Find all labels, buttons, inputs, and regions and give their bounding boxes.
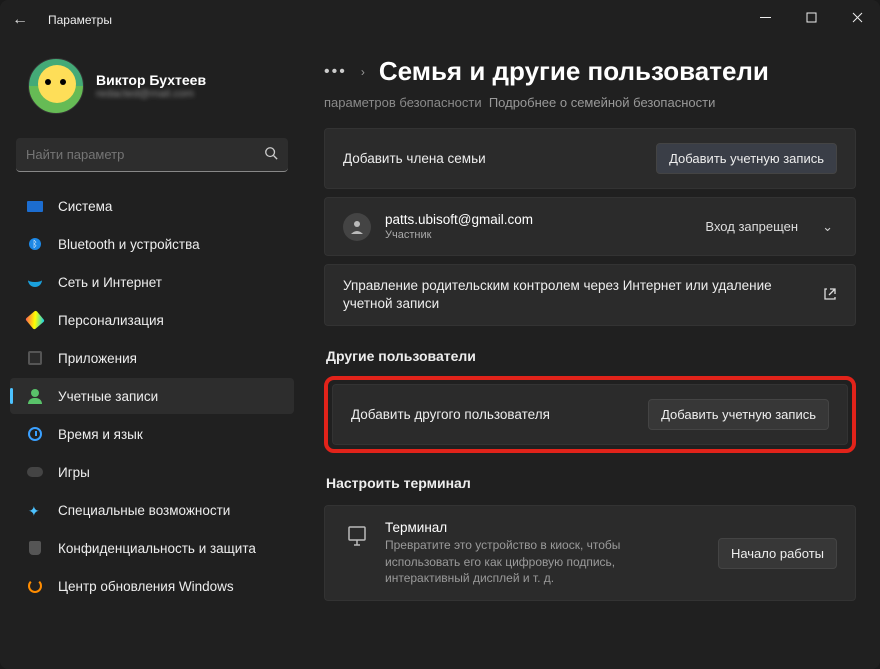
wifi-icon (26, 273, 44, 291)
avatar (28, 58, 84, 114)
person-icon (26, 387, 44, 405)
search-input[interactable] (26, 147, 264, 162)
nav-label: Приложения (58, 351, 137, 366)
back-button[interactable]: ← (0, 11, 40, 29)
maximize-button[interactable] (788, 0, 834, 34)
nav-label: Учетные записи (58, 389, 158, 404)
brush-icon (26, 311, 44, 329)
apps-icon (26, 349, 44, 367)
nav-games[interactable]: Игры (10, 454, 294, 490)
nav-label: Центр обновления Windows (58, 579, 234, 594)
nav-update[interactable]: Центр обновления Windows (10, 568, 294, 604)
nav-label: Bluetooth и устройства (58, 237, 200, 252)
nav-apps[interactable]: Приложения (10, 340, 294, 376)
window-title: Параметры (48, 13, 112, 27)
add-other-account-button[interactable]: Добавить учетную запись (648, 399, 829, 430)
nav-system[interactable]: Система (10, 188, 294, 224)
system-icon (26, 197, 44, 215)
nav-label: Время и язык (58, 427, 143, 442)
kiosk-card: Терминал Превратите это устройство в кио… (324, 505, 856, 601)
bluetooth-icon: ᛒ (26, 235, 44, 253)
nav-time[interactable]: Время и язык (10, 416, 294, 452)
nav-accessibility[interactable]: Специальные возможности (10, 492, 294, 528)
breadcrumb-overflow[interactable]: ••• (324, 63, 347, 81)
kiosk-icon (343, 522, 371, 550)
page-heading: Семья и другие пользователи (379, 56, 769, 87)
truncated-intro: параметров безопасности Подробнее о семе… (324, 95, 856, 110)
add-family-card: Добавить члена семьи Добавить учетную за… (324, 128, 856, 189)
nav-label: Игры (58, 465, 90, 480)
other-users-heading: Другие пользователи (324, 348, 856, 364)
highlight-annotation: Добавить другого пользователя Добавить у… (324, 376, 856, 453)
member-email: patts.ubisoft@gmail.com (385, 212, 691, 227)
nav-label: Конфиденциальность и защита (58, 541, 256, 556)
nav-label: Система (58, 199, 112, 214)
chevron-right-icon: › (361, 65, 365, 79)
manage-parental-label: Управление родительским контролем через … (343, 277, 809, 313)
search-box[interactable] (16, 138, 288, 172)
user-icon (343, 213, 371, 241)
member-status: Вход запрещен (705, 219, 798, 234)
kiosk-start-button[interactable]: Начало работы (718, 538, 837, 569)
add-other-label: Добавить другого пользователя (351, 407, 634, 422)
clock-icon (26, 425, 44, 443)
manage-parental-card[interactable]: Управление родительским контролем через … (324, 264, 856, 326)
gamepad-icon (26, 463, 44, 481)
search-icon (264, 146, 278, 163)
nav-label: Специальные возможности (58, 503, 230, 518)
nav-privacy[interactable]: Конфиденциальность и защита (10, 530, 294, 566)
profile-name: Виктор Бухтеев (96, 72, 206, 88)
nav-label: Персонализация (58, 313, 164, 328)
nav-bluetooth[interactable]: ᛒ Bluetooth и устройства (10, 226, 294, 262)
kiosk-title: Терминал (385, 520, 704, 535)
add-family-account-button[interactable]: Добавить учетную запись (656, 143, 837, 174)
learn-more-link[interactable]: Подробнее о семейной безопасности (489, 95, 716, 110)
add-family-label: Добавить члена семьи (343, 151, 642, 166)
family-member-row[interactable]: patts.ubisoft@gmail.com Участник Вход за… (324, 197, 856, 256)
member-role: Участник (385, 229, 691, 241)
nav-accounts[interactable]: Учетные записи (10, 378, 294, 414)
accessibility-icon (26, 501, 44, 519)
close-button[interactable] (834, 0, 880, 34)
nav-network[interactable]: Сеть и Интернет (10, 264, 294, 300)
minimize-button[interactable] (742, 0, 788, 34)
kiosk-heading: Настроить терминал (324, 475, 856, 491)
nav-label: Сеть и Интернет (58, 275, 162, 290)
external-link-icon[interactable] (823, 287, 837, 304)
nav-personalization[interactable]: Персонализация (10, 302, 294, 338)
shield-icon (26, 539, 44, 557)
profile-block[interactable]: Виктор Бухтеев redacted@mail.com (10, 50, 294, 130)
update-icon (26, 577, 44, 595)
chevron-down-icon[interactable]: ⌄ (818, 215, 837, 239)
kiosk-description: Превратите это устройство в киоск, чтобы… (385, 537, 695, 586)
profile-email: redacted@mail.com (96, 88, 206, 100)
add-other-user-card: Добавить другого пользователя Добавить у… (332, 384, 848, 445)
